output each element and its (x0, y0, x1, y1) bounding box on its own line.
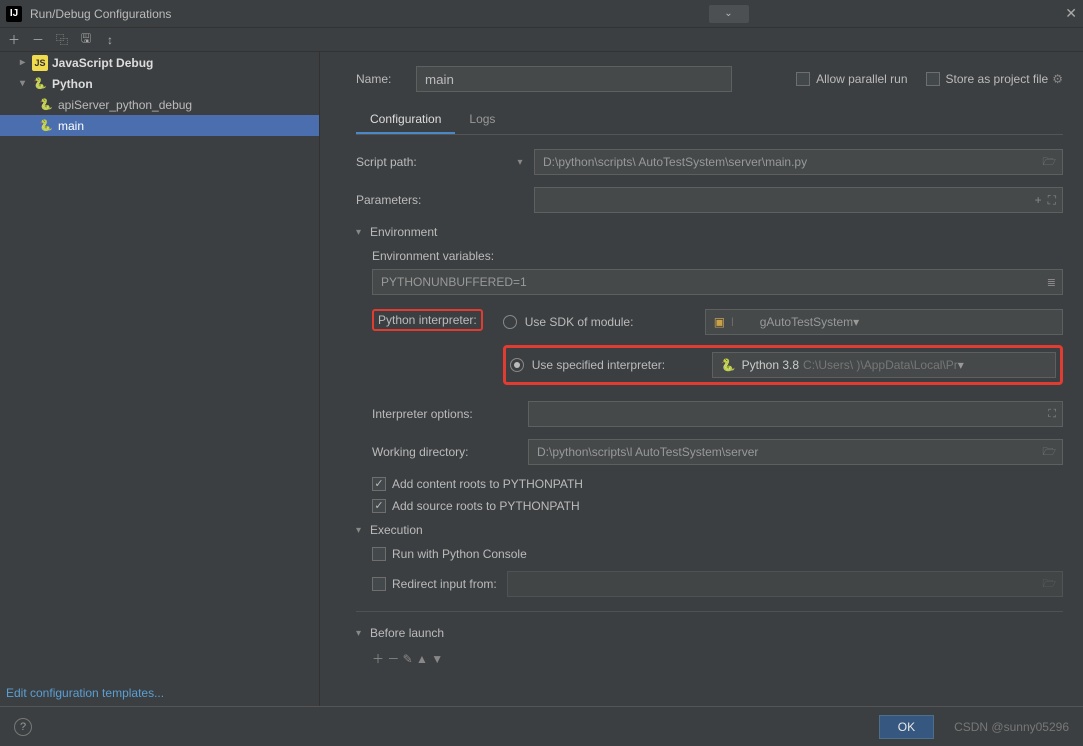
edit-templates-link[interactable]: Edit configuration templates... (0, 676, 319, 706)
redirect-input-path: 🗁 (507, 571, 1063, 597)
chevron-down-icon[interactable]: ▾ (512, 157, 528, 168)
tree-item-javascript-debug[interactable]: ▸ JS JavaScript Debug (0, 52, 319, 73)
parameters-label: Parameters: (356, 193, 506, 207)
tree-item-main[interactable]: 🐍 main (0, 115, 319, 136)
add-source-roots-checkbox[interactable]: Add source roots to PYTHONPATH (372, 499, 1063, 513)
app-icon: IJ (6, 6, 22, 22)
js-icon: JS (32, 55, 48, 71)
chevron-right-icon: ▸ (20, 57, 32, 68)
close-icon[interactable]: ✕ (1047, 5, 1077, 22)
list-icon[interactable]: ≣ (1047, 276, 1056, 289)
tree-item-label: apiServer_python_debug (58, 98, 192, 112)
remove-config-button[interactable]: － (30, 31, 46, 48)
radio-checked[interactable] (510, 358, 524, 372)
store-project-label: Store as project file (946, 72, 1049, 86)
working-dir-input[interactable]: D:\python\scripts\l AutoTestSystem\serve… (528, 439, 1063, 465)
folder-icon: 🗁 (1042, 575, 1056, 594)
add-config-button[interactable]: ＋ (6, 31, 22, 48)
specified-interpreter-select[interactable]: 🐍 Python 3.8 C:\Users\ )\AppData\Local\P… (712, 352, 1056, 378)
store-project-checkbox[interactable]: Store as project file ⚙ (926, 72, 1063, 86)
folder-icon[interactable]: 🗁 (1042, 443, 1056, 462)
before-launch-section-header[interactable]: ▾ Before launch (356, 626, 1063, 640)
config-toolbar: ＋ － ⿻ 🖫 ↕ (0, 28, 1083, 52)
python-icon: 🐍 (38, 97, 54, 113)
name-input[interactable] (416, 66, 732, 92)
tree-item-label: JavaScript Debug (52, 56, 153, 70)
config-tabs: Configuration Logs (356, 106, 1063, 135)
execution-section-header[interactable]: ▾ Execution (356, 523, 1063, 537)
radio-unchecked[interactable] (503, 315, 517, 329)
allow-parallel-checkbox[interactable]: Allow parallel run (796, 72, 907, 86)
chevron-down-icon: ▾ (356, 227, 370, 238)
tab-configuration[interactable]: Configuration (356, 106, 455, 134)
folder-icon[interactable]: 🗁 (1042, 153, 1056, 172)
interpreter-options-label: Interpreter options: (372, 407, 522, 421)
chevron-down-icon: ▾ (356, 628, 370, 639)
config-form: Name: Allow parallel run Store as projec… (320, 52, 1083, 706)
script-path-label: Script path: (356, 155, 506, 169)
ok-button[interactable]: OK (879, 715, 934, 739)
allow-parallel-label: Allow parallel run (816, 72, 907, 86)
script-path-input[interactable]: D:\python\scripts\ AutoTestSystem\server… (534, 149, 1063, 175)
run-console-checkbox[interactable]: Run with Python Console (372, 547, 1063, 561)
env-vars-input[interactable]: PYTHONUNBUFFERED=1 ≣ (372, 269, 1063, 295)
tree-item-label: main (58, 119, 84, 133)
watermark: CSDN @sunny05296 (954, 720, 1069, 734)
chevron-down-icon[interactable]: ▾ (853, 315, 859, 329)
chevron-down-icon[interactable]: ▾ (958, 358, 964, 372)
expand-icon[interactable]: ⛶ (1048, 408, 1056, 421)
tree-item-apiserver[interactable]: 🐍 apiServer_python_debug (0, 94, 319, 115)
specified-interpreter-option[interactable]: Use specified interpreter: 🐍 Python 3.8 … (510, 352, 1056, 378)
working-dir-label: Working directory: (372, 445, 522, 459)
parameters-input[interactable]: + ⛶ (534, 187, 1063, 213)
sort-config-button[interactable]: ↕ (102, 33, 118, 47)
help-button[interactable]: ? (14, 718, 32, 736)
chevron-down-icon: ▾ (20, 78, 32, 89)
copy-config-button[interactable]: ⿻ (54, 31, 70, 48)
environment-section-header[interactable]: ▾ Environment (356, 225, 1063, 239)
name-label: Name: (356, 72, 416, 86)
window-title: Run/Debug Configurations (30, 7, 329, 21)
python-icon: 🐍 (32, 76, 48, 92)
tree-item-python[interactable]: ▾ 🐍 Python (0, 73, 319, 94)
titlebar: IJ Run/Debug Configurations ⌄ ✕ (0, 0, 1083, 28)
center-dropdown[interactable]: ⌄ (709, 5, 749, 23)
python-interpreter-label: Python interpreter: (372, 309, 483, 331)
redirect-input-checkbox[interactable]: Redirect input from: (372, 577, 497, 591)
python-icon: 🐍 (38, 118, 54, 134)
tree-item-label: Python (52, 77, 93, 91)
add-content-roots-checkbox[interactable]: Add content roots to PYTHONPATH (372, 477, 1063, 491)
gear-icon[interactable]: ⚙ (1052, 72, 1063, 86)
expand-icon[interactable]: ⛶ (1048, 193, 1056, 208)
module-icon: ▣ (714, 315, 725, 329)
before-launch-toolbar: ＋ － ✎ ▲ ▼ (372, 650, 1063, 667)
save-config-button[interactable]: 🖫 (78, 29, 94, 50)
chevron-down-icon: ▾ (356, 525, 370, 536)
sdk-module-option[interactable]: Use SDK of module: ▣ l gAutoTestSystem ▾ (503, 309, 1063, 335)
interpreter-options-input[interactable]: ⛶ (528, 401, 1063, 427)
env-vars-label: Environment variables: (372, 249, 1063, 263)
python-icon: 🐍 (721, 358, 736, 372)
config-tree: ▸ JS JavaScript Debug ▾ 🐍 Python 🐍 apiSe… (0, 52, 320, 706)
tab-logs[interactable]: Logs (455, 106, 509, 134)
plus-icon[interactable]: + (1035, 193, 1042, 208)
sdk-module-select[interactable]: ▣ l gAutoTestSystem ▾ (705, 309, 1063, 335)
dialog-footer: ? OK CSDN @sunny05296 (0, 706, 1083, 746)
